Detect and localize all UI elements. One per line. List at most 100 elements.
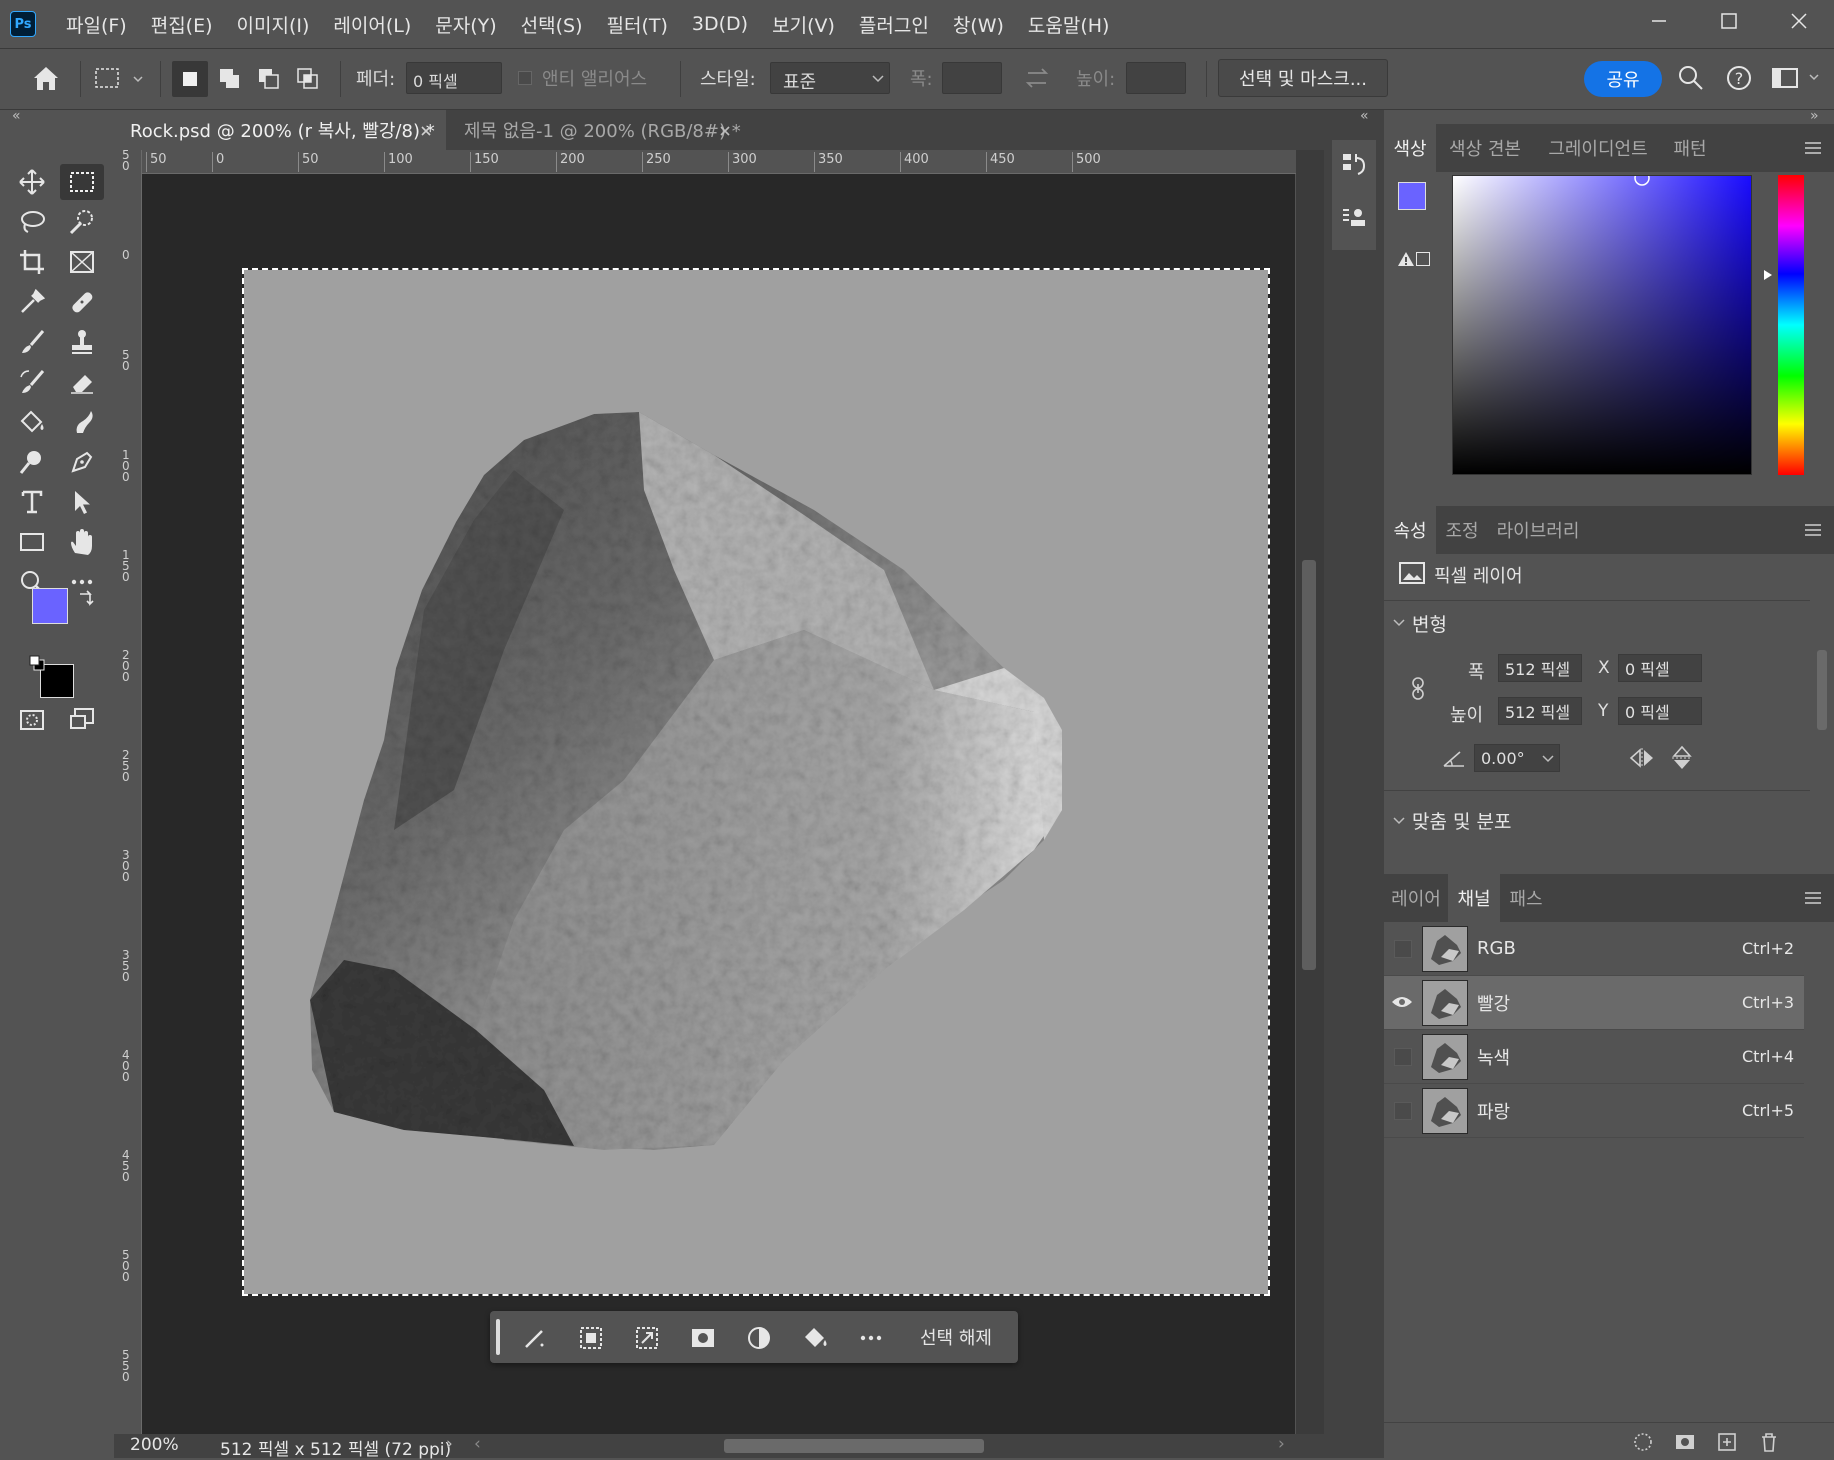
tab-layers[interactable]: 레이어: [1384, 874, 1448, 922]
tab-untitled-1[interactable]: 제목 없음-1 @ 200% (RGB/8#) *: [448, 110, 748, 150]
channel-visibility-toggle[interactable]: [1394, 1101, 1412, 1120]
panel-foreground-swatch[interactable]: [1398, 182, 1426, 210]
tab-properties[interactable]: 속성: [1384, 506, 1436, 554]
subtract-selection-button[interactable]: [251, 61, 287, 101]
eraser-tool[interactable]: [60, 364, 104, 400]
rectangle-tool[interactable]: [10, 524, 54, 560]
swap-colors-icon[interactable]: [76, 588, 96, 608]
menu-image[interactable]: 이미지(I): [237, 11, 310, 38]
tab-swatches[interactable]: 색상 견본: [1436, 124, 1534, 172]
document-canvas[interactable]: [242, 268, 1270, 1296]
menu-view[interactable]: 보기(V): [772, 11, 835, 38]
document-info[interactable]: 512 픽셀 x 512 픽셀 (72 ppi): [220, 1435, 451, 1460]
properties-scroll-thumb[interactable]: [1817, 650, 1827, 730]
panel-menu-icon[interactable]: [1804, 140, 1822, 156]
flip-vertical-icon[interactable]: [1670, 744, 1694, 772]
tab-channels[interactable]: 채널: [1448, 874, 1500, 922]
default-colors-icon[interactable]: [28, 654, 46, 672]
screen-mode-button[interactable]: [60, 702, 104, 738]
feather-input[interactable]: 0 픽셀: [406, 62, 502, 94]
menu-filter[interactable]: 필터(T): [607, 11, 668, 38]
scroll-right-icon[interactable]: ›: [1278, 1434, 1285, 1454]
frame-tool[interactable]: [60, 244, 104, 280]
channel-row-green[interactable]: 녹색 Ctrl+4: [1384, 1030, 1804, 1084]
brush-tool[interactable]: [10, 324, 54, 360]
y-prop-input[interactable]: 0 픽셀: [1618, 697, 1702, 725]
style-select[interactable]: 표준: [770, 62, 890, 94]
panel-menu-icon[interactable]: [1804, 522, 1822, 538]
transform-section-title[interactable]: 변형: [1412, 610, 1447, 637]
close-tab-icon[interactable]: [718, 124, 732, 138]
menu-help[interactable]: 도움말(H): [1028, 11, 1110, 38]
link-dimensions-icon[interactable]: [1408, 676, 1428, 702]
deselect-button[interactable]: 선택 해제: [920, 1324, 992, 1350]
trash-icon[interactable]: [1758, 1431, 1780, 1453]
hand-tool[interactable]: [60, 524, 104, 560]
menu-edit[interactable]: 편집(E): [151, 11, 213, 38]
new-channel-icon[interactable]: [1716, 1431, 1738, 1453]
foreground-color-swatch[interactable]: [32, 588, 68, 624]
new-selection-button[interactable]: [172, 61, 208, 97]
load-channel-as-selection-icon[interactable]: [1632, 1431, 1654, 1453]
mask-icon[interactable]: [688, 1323, 718, 1353]
home-button[interactable]: [30, 63, 62, 97]
fill-icon[interactable]: [800, 1323, 830, 1353]
channel-row-blue[interactable]: 파랑 Ctrl+5: [1384, 1084, 1804, 1138]
width-input[interactable]: [942, 62, 1002, 94]
history-icon[interactable]: [1340, 150, 1368, 178]
clone-stamp-tool[interactable]: [60, 324, 104, 360]
modify-selection-icon[interactable]: [576, 1323, 606, 1353]
angle-input[interactable]: 0.00°: [1474, 744, 1560, 772]
properties-scrollbar[interactable]: [1812, 630, 1832, 830]
out-of-gamut-warning-icon[interactable]: [1396, 250, 1416, 268]
add-selection-button[interactable]: [212, 61, 248, 101]
save-selection-as-channel-icon[interactable]: [1674, 1431, 1696, 1453]
panel-menu-icon[interactable]: [1804, 890, 1822, 906]
channel-visibility-toggle[interactable]: [1394, 939, 1412, 958]
chevron-down-icon[interactable]: [1392, 814, 1406, 828]
swap-dimensions-button[interactable]: [1022, 63, 1052, 97]
quick-selection-tool[interactable]: [60, 204, 104, 240]
help-button[interactable]: ?: [1724, 63, 1754, 97]
tab-libraries[interactable]: 라이브러리: [1488, 506, 1588, 554]
tab-color[interactable]: 색상: [1384, 124, 1436, 172]
hue-slider[interactable]: [1776, 175, 1804, 475]
pen-tool[interactable]: [60, 444, 104, 480]
vertical-scroll-thumb[interactable]: [1302, 560, 1316, 970]
height-prop-input[interactable]: 512 픽셀: [1498, 697, 1582, 725]
dodge-tool[interactable]: [10, 444, 54, 480]
healing-brush-tool[interactable]: [60, 284, 104, 320]
vertical-scrollbar[interactable]: [1296, 150, 1324, 1434]
transform-selection-icon[interactable]: [632, 1323, 662, 1353]
eyedropper-tool[interactable]: [10, 284, 54, 320]
close-window-button[interactable]: [1764, 0, 1834, 42]
tab-gradients[interactable]: 그레이디언트: [1534, 124, 1662, 172]
marquee-preset-picker[interactable]: [94, 65, 148, 97]
menu-plugins[interactable]: 플러그인: [859, 11, 929, 38]
eye-icon[interactable]: [1390, 994, 1414, 1010]
select-and-mask-button[interactable]: 선택 및 마스크...: [1218, 59, 1388, 97]
path-selection-tool[interactable]: [60, 484, 104, 520]
status-menu-chevron-icon[interactable]: ›: [446, 1434, 453, 1454]
x-prop-input[interactable]: 0 픽셀: [1618, 654, 1702, 682]
menu-file[interactable]: 파일(F): [66, 11, 127, 38]
menu-3d[interactable]: 3D(D): [692, 13, 748, 35]
menu-window[interactable]: 창(W): [953, 11, 1004, 38]
horizontal-scroll-thumb[interactable]: [724, 1439, 984, 1453]
zoom-level[interactable]: 200%: [130, 1435, 179, 1455]
menu-type[interactable]: 문자(Y): [435, 11, 496, 38]
channel-visibility-toggle[interactable]: [1394, 1047, 1412, 1066]
paint-bucket-tool[interactable]: [10, 404, 54, 440]
search-button[interactable]: [1676, 63, 1706, 97]
quick-mask-button[interactable]: [10, 702, 54, 738]
color-field[interactable]: [1452, 170, 1752, 475]
workspace-button[interactable]: [1770, 63, 1826, 97]
close-tab-icon[interactable]: [419, 124, 433, 138]
move-tool[interactable]: [10, 164, 54, 200]
tab-patterns[interactable]: 패턴: [1662, 124, 1718, 172]
intersect-selection-button[interactable]: [290, 61, 326, 101]
collapse-dock-icon[interactable]: «: [1360, 108, 1369, 124]
align-section-title[interactable]: 맞춤 및 분포: [1412, 807, 1511, 834]
tab-rock-psd[interactable]: Rock.psd @ 200% (r 복사, 빨강/8) *: [114, 110, 446, 150]
generative-fill-icon[interactable]: [520, 1323, 550, 1353]
